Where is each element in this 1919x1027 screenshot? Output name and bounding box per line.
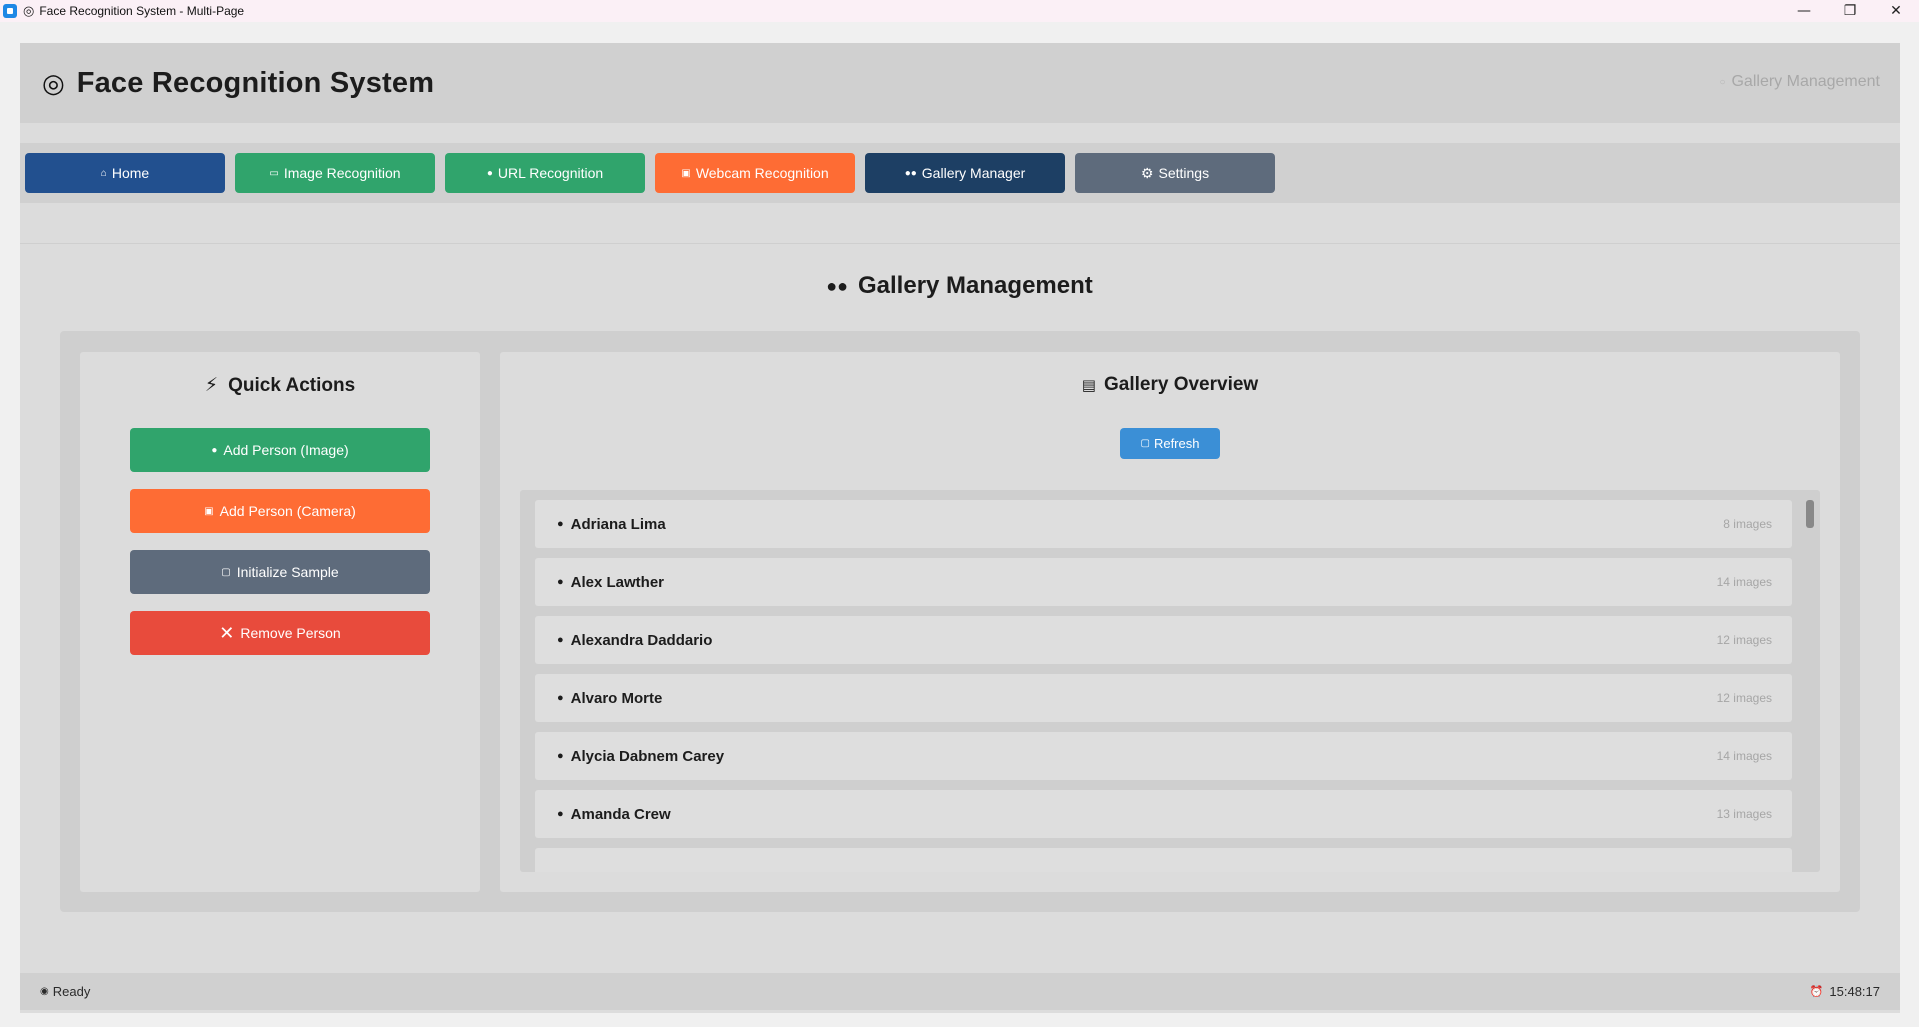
person-icon: ● [557, 750, 564, 762]
alarm-clock-icon: ⏰ [1809, 986, 1824, 998]
person-icon: ● [557, 692, 564, 704]
people-list[interactable]: ● Adriana Lima 8 images ● Alex Lawther 1… [520, 490, 1820, 872]
nav-image-recognition-label: Image Recognition [283, 165, 401, 181]
header-context-label: Gallery Management [1731, 73, 1880, 90]
person-image-count: 8 images [1723, 517, 1772, 531]
nav-settings-label: Settings [1158, 165, 1210, 181]
status-bar: ◉ Ready ⏰ 15:48:17 [20, 973, 1900, 1010]
person-image-count: 13 images [1716, 807, 1772, 821]
camera-icon: ▣ [204, 505, 214, 517]
app-title: Face Recognition System [76, 66, 435, 99]
person-name: Alvaro Morte [570, 689, 663, 707]
person-icon: ● [557, 576, 564, 588]
gallery-overview-title-text: Gallery Overview [1103, 374, 1259, 395]
house-icon: ⌂ [100, 167, 107, 179]
person-image-count: 12 images [1716, 691, 1772, 705]
refresh-icon: ▢ [1140, 438, 1150, 449]
initialize-sample-button[interactable]: ▢ Initialize Sample [130, 550, 430, 594]
status-left: ◉ Ready [40, 984, 90, 999]
users-icon: ●● [826, 275, 848, 296]
person-name: Amanda Crew [570, 805, 671, 823]
status-dot-icon: ◉ [40, 986, 49, 997]
person-name: Alex Lawther [570, 573, 665, 591]
list-item[interactable]: ● Alex Lawther 14 images [535, 558, 1792, 606]
add-person-image-label: Add Person (Image) [223, 442, 349, 458]
add-person-camera-label: Add Person (Camera) [219, 503, 356, 519]
page-title-text: Gallery Management [858, 272, 1093, 299]
person-name: Alexandra Daddario [570, 631, 713, 649]
add-person-image-button[interactable]: ● Add Person (Image) [130, 428, 430, 472]
nav-webcam-recognition-label: Webcam Recognition [695, 165, 829, 181]
app-icon [3, 4, 17, 18]
list-item[interactable]: ● Alvaro Morte 12 images [535, 674, 1792, 722]
remove-person-button[interactable]: ✕ Remove Person [130, 611, 430, 655]
status-right: ⏰ 15:48:17 [1810, 984, 1880, 999]
restore-button[interactable]: ❐ [1827, 0, 1873, 22]
person-icon: ● [557, 634, 564, 646]
nav-home-label: Home [111, 165, 150, 181]
gallery-overview-panel: ▤ Gallery Overview ▢ Refresh ● Adriana L… [500, 352, 1840, 892]
close-window-button[interactable]: ✕ [1873, 0, 1919, 22]
image-icon: ▭ [269, 167, 279, 179]
gear-icon: ⚙ [1140, 164, 1154, 181]
list-item[interactable] [535, 848, 1792, 872]
person-image-count: 14 images [1716, 749, 1772, 763]
person-name: Adriana Lima [570, 515, 666, 533]
camera-icon: ▣ [681, 167, 691, 179]
close-icon: ✕ [219, 622, 235, 643]
initialize-sample-label: Initialize Sample [236, 564, 339, 580]
status-text: Ready [52, 984, 91, 999]
header-context: ○ Gallery Management [1719, 73, 1880, 91]
quick-actions-panel: ⚡ Quick Actions ● Add Person (Image) ▣ A… [80, 352, 480, 892]
list-item[interactable]: ● Alexandra Daddario 12 images [535, 616, 1792, 664]
target-icon: ◎ [23, 3, 35, 18]
person-icon: ● [557, 808, 564, 820]
clipboard-icon: ▤ [1081, 377, 1096, 394]
globe-icon: ● [486, 167, 493, 179]
nav-url-recognition-label: URL Recognition [497, 165, 604, 181]
refresh-icon: ▢ [221, 566, 231, 578]
nav-home-button[interactable]: ⌂ Home [25, 153, 225, 193]
nav-url-recognition-button[interactable]: ● URL Recognition [445, 153, 645, 193]
quick-actions-title: ⚡ Quick Actions [80, 374, 480, 397]
gallery-overview-title: ▤ Gallery Overview [500, 374, 1840, 396]
refresh-label: Refresh [1153, 436, 1200, 451]
list-item[interactable]: ● Adriana Lima 8 images [535, 500, 1792, 548]
nav-gallery-manager-button[interactable]: ●● Gallery Manager [865, 153, 1065, 193]
nav-bar: ⌂ Home ▭ Image Recognition ● URL Recogni… [20, 143, 1900, 203]
users-icon: ●● [904, 167, 917, 179]
nav-gallery-manager-label: Gallery Manager [921, 165, 1026, 181]
person-icon: ● [211, 444, 218, 456]
remove-person-label: Remove Person [240, 625, 341, 641]
refresh-button[interactable]: ▢ Refresh [1120, 428, 1220, 459]
pin-icon: ○ [1719, 76, 1726, 88]
page-title: ●● Gallery Management [0, 272, 1919, 300]
quick-actions-title-text: Quick Actions [228, 374, 356, 396]
divider [20, 243, 1900, 244]
person-image-count: 14 images [1716, 575, 1772, 589]
person-name: Alycia Dabnem Carey [570, 747, 725, 765]
list-item[interactable]: ● Alycia Dabnem Carey 14 images [535, 732, 1792, 780]
lightning-icon: ⚡ [204, 375, 219, 396]
minimize-button[interactable]: — [1781, 0, 1827, 22]
nav-image-recognition-button[interactable]: ▭ Image Recognition [235, 153, 435, 193]
window-controls: — ❐ ✕ [1781, 0, 1919, 22]
app-header: ◎ Face Recognition System ○ Gallery Mana… [20, 43, 1900, 123]
person-image-count: 12 images [1716, 633, 1772, 647]
status-time: 15:48:17 [1829, 984, 1880, 999]
target-icon: ◎ [42, 67, 65, 98]
person-icon: ● [557, 518, 564, 530]
nav-webcam-recognition-button[interactable]: ▣ Webcam Recognition [655, 153, 855, 193]
add-person-camera-button[interactable]: ▣ Add Person (Camera) [130, 489, 430, 533]
scrollbar-thumb[interactable] [1806, 500, 1814, 528]
list-item[interactable]: ● Amanda Crew 13 images [535, 790, 1792, 838]
nav-settings-button[interactable]: ⚙ Settings [1075, 153, 1275, 193]
window-title: Face Recognition System - Multi-Page [39, 4, 245, 18]
window-titlebar: ◎ Face Recognition System - Multi-Page —… [0, 0, 1919, 22]
